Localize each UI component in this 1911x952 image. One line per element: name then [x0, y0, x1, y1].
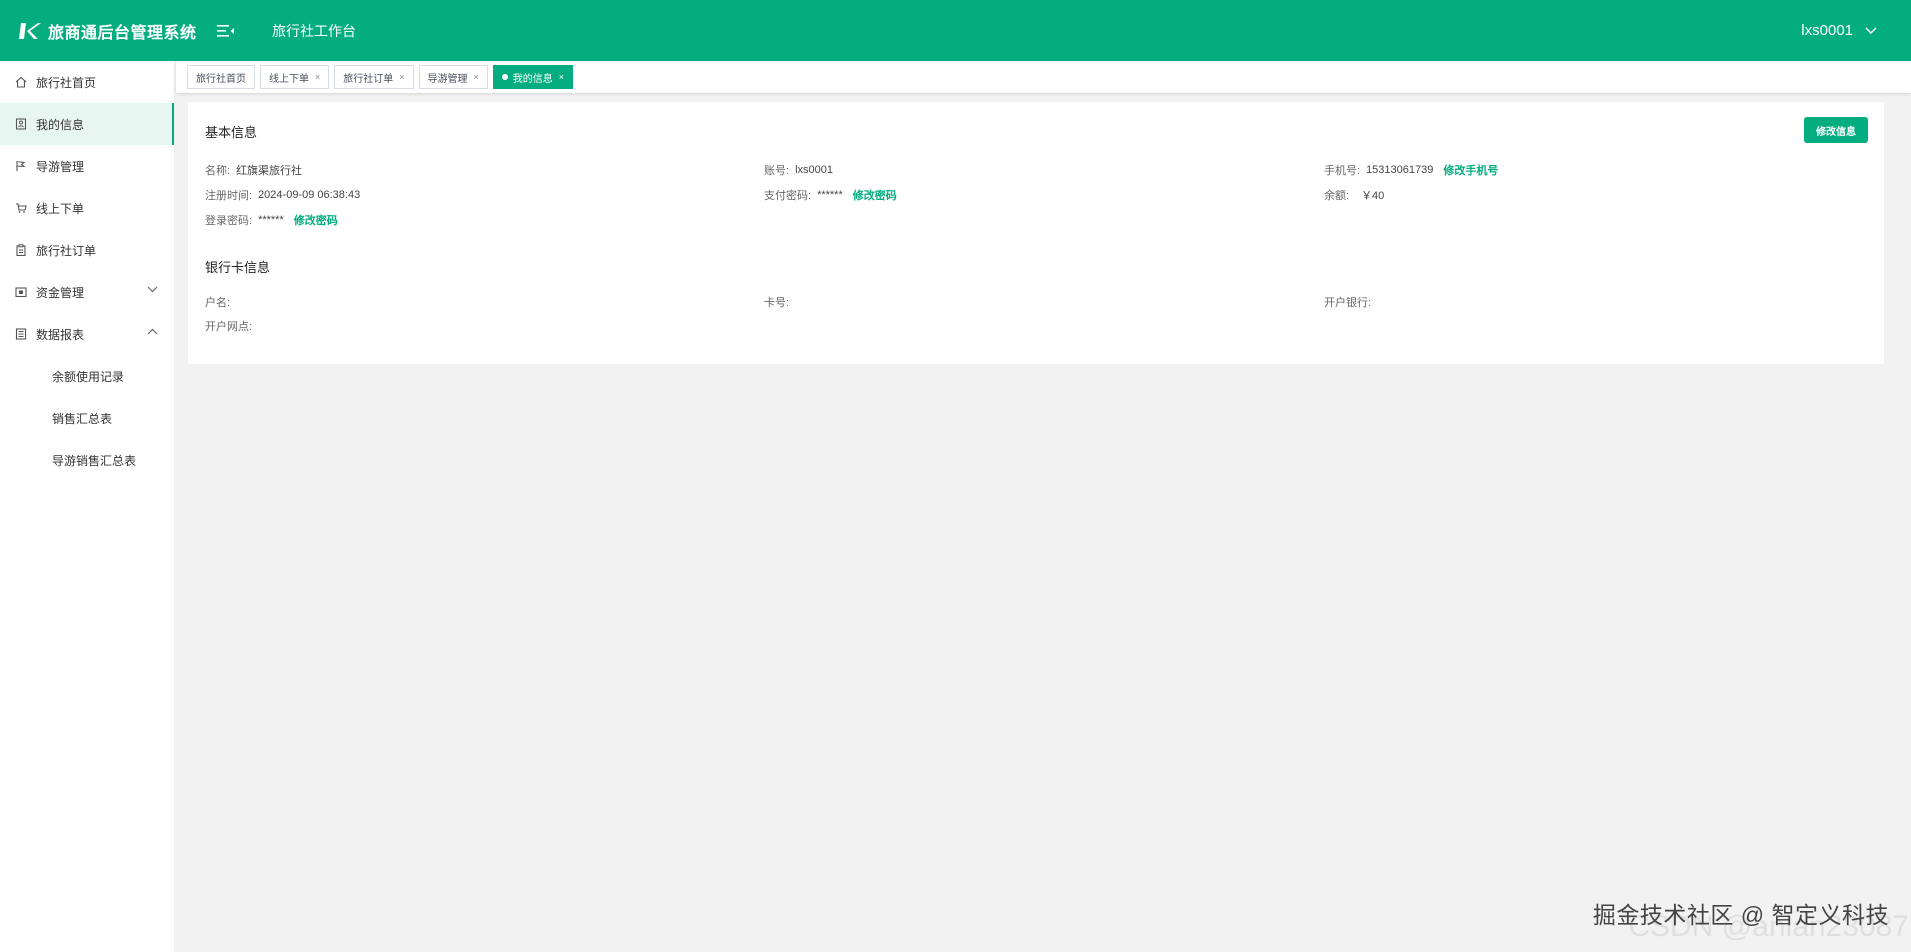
sidebar-item-label: 旅行社首页 [36, 75, 97, 90]
home-icon [14, 75, 28, 89]
tab-label: 导游管理 [427, 73, 468, 85]
field-label: 开户银行: [1324, 297, 1372, 309]
change-pay-password-link[interactable]: 修改密码 [853, 187, 897, 203]
tab-my-info[interactable]: 我的信息 × [492, 65, 574, 89]
pay-password-field: 支付密码: ****** 修改密码 [764, 187, 897, 203]
sidebar-item-label: 我的信息 [36, 117, 85, 132]
sidebar-item-my-info[interactable]: 我的信息 [0, 103, 174, 145]
tab-online-order[interactable]: 线上下单 × [260, 65, 330, 89]
sidebar-subitem-sales-summary[interactable]: 销售汇总表 [0, 397, 174, 439]
sidebar-item-agency-home[interactable]: 旅行社首页 [0, 61, 174, 103]
tab-agency-orders[interactable]: 旅行社订单 × [334, 65, 414, 89]
cart-icon [14, 201, 28, 215]
close-icon[interactable]: × [315, 72, 320, 82]
profile-icon [14, 117, 28, 131]
sidebar-subitem-guide-sales-summary[interactable]: 导游销售汇总表 [0, 439, 174, 481]
name-field: 名称: 红旗渠旅行社 [205, 162, 302, 178]
tab-label: 我的信息 [512, 73, 553, 85]
sidebar-item-label: 导游管理 [36, 159, 85, 174]
phone-field: 手机号: 15313061739 修改手机号 [1324, 162, 1498, 178]
tab-label: 线上下单 [269, 73, 309, 85]
login-password-field: 登录密码: ****** 修改密码 [205, 212, 338, 228]
sidebar-item-data-reports[interactable]: 数据报表 [0, 313, 174, 355]
field-label: 余额: [1324, 190, 1350, 202]
menu-toggle-icon[interactable] [216, 19, 235, 43]
tab-agency-home[interactable]: 旅行社首页 [187, 65, 255, 89]
app-title: 旅商通后台管理系统 [48, 24, 197, 42]
sidebar-item-online-order[interactable]: 线上下单 [0, 187, 174, 229]
chevron-down-icon [1865, 26, 1877, 34]
watermark: 掘金技术社区 @ 智定义科技 [1592, 902, 1889, 928]
change-login-password-link[interactable]: 修改密码 [294, 212, 338, 228]
sidebar-item-label: 资金管理 [36, 285, 85, 300]
sidebar-item-label: 数据报表 [36, 327, 85, 342]
clipboard-icon [14, 243, 28, 257]
balance-field: 余额: ￥40 [1324, 187, 1384, 203]
register-time-field: 注册时间: 2024-09-09 06:38:43 [205, 187, 360, 203]
sidebar-item-fund-management[interactable]: 资金管理 [0, 271, 174, 313]
sidebar-subitem-balance-records[interactable]: 余额使用记录 [0, 355, 174, 397]
field-label: 注册时间: [205, 190, 253, 202]
account-field: 账号: lxs0001 [764, 162, 833, 178]
sidebar: 旅行社首页 我的信息 导游管理 线上下单 旅行社订单 资金管理 数据报表 余额使… [0, 61, 175, 952]
basic-info-title: 基本信息 [205, 125, 258, 140]
card-number-field: 卡号: [764, 294, 795, 310]
field-value: ****** [258, 214, 284, 226]
username: lxs0001 [1801, 22, 1853, 39]
chevron-up-icon [147, 328, 158, 335]
user-menu[interactable]: lxs0001 [1801, 0, 1877, 61]
field-value: ￥40 [1361, 190, 1385, 202]
wallet-icon [14, 285, 28, 299]
flag-icon [14, 159, 28, 173]
report-icon [14, 327, 28, 341]
edit-info-button[interactable]: 修改信息 [1804, 117, 1868, 143]
field-value: 2024-09-09 06:38:43 [258, 189, 361, 201]
close-icon[interactable]: × [474, 72, 479, 82]
account-holder-field: 户名: [205, 294, 236, 310]
field-label: 户名: [205, 297, 231, 309]
change-phone-link[interactable]: 修改手机号 [1443, 162, 1498, 178]
field-value: 红旗渠旅行社 [236, 165, 303, 177]
close-icon[interactable]: × [399, 72, 404, 82]
close-icon[interactable]: × [559, 72, 564, 82]
bank-info-title: 银行卡信息 [205, 260, 271, 275]
tab-guide-management[interactable]: 导游管理 × [418, 65, 488, 89]
field-label: 卡号: [764, 297, 790, 309]
field-value: lxs0001 [795, 164, 833, 176]
active-dot-icon [501, 74, 508, 80]
bank-branch-field: 开户网点: [205, 318, 258, 334]
sidebar-item-label: 旅行社订单 [36, 243, 97, 258]
sidebar-item-agency-orders[interactable]: 旅行社订单 [0, 229, 174, 271]
field-label: 名称: [205, 165, 231, 177]
tab-label: 旅行社首页 [196, 73, 246, 85]
tab-label: 旅行社订单 [343, 73, 394, 85]
field-label: 支付密码: [764, 190, 812, 202]
field-label: 账号: [764, 165, 790, 177]
info-card: 基本信息 修改信息 名称: 红旗渠旅行社 账号: lxs0001 手机号: 15… [188, 102, 1884, 364]
chevron-down-icon [147, 286, 158, 293]
field-label: 登录密码: [205, 215, 253, 227]
logo-icon [18, 20, 42, 42]
workspace-title: 旅行社工作台 [272, 22, 356, 39]
field-value: ****** [817, 189, 843, 201]
field-label: 手机号: [1324, 165, 1361, 177]
sidebar-item-label: 线上下单 [36, 201, 85, 216]
app-logo: 旅商通后台管理系统 [0, 19, 234, 43]
tabs-bar: 旅行社首页 线上下单 × 旅行社订单 × 导游管理 × 我的信息 × [176, 61, 1911, 93]
bank-name-field: 开户银行: [1324, 294, 1377, 310]
top-header: 旅商通后台管理系统 旅行社工作台 lxs0001 [0, 0, 1911, 61]
field-label: 开户网点: [205, 321, 253, 333]
field-value: 15313061739 [1366, 164, 1434, 176]
sidebar-item-guide-management[interactable]: 导游管理 [0, 145, 174, 187]
